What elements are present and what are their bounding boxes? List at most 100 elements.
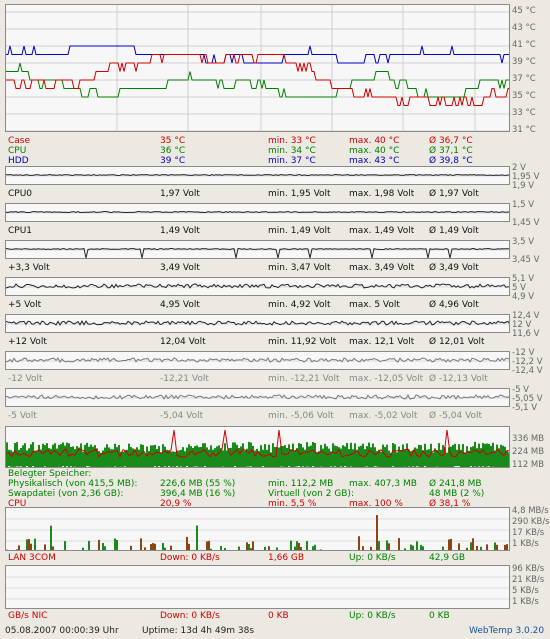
temp-name: HDD xyxy=(8,156,29,166)
memory-bar xyxy=(90,444,92,467)
memory-bar xyxy=(6,442,8,467)
network-bar xyxy=(370,546,372,550)
memory-cur: 226,6 MB (55 %) xyxy=(160,479,236,489)
network-bar xyxy=(312,546,314,550)
network-axis-label: 21 KB/s xyxy=(512,575,545,585)
temp-cur: 39 °C xyxy=(160,156,186,166)
memory-bar xyxy=(248,441,250,467)
memory-bar xyxy=(440,449,442,467)
memory-bar xyxy=(108,447,110,467)
memory-bar xyxy=(352,449,354,467)
network-bar xyxy=(164,547,166,550)
memory-bar xyxy=(222,450,224,467)
memory-bar xyxy=(92,446,94,467)
memory-bar xyxy=(244,450,246,467)
network-bar xyxy=(206,541,208,550)
voltage-cur: 12,04 Volt xyxy=(160,337,206,347)
memory-bar xyxy=(94,445,96,467)
temp-cur: 35 °C xyxy=(160,136,186,146)
network-bar xyxy=(448,539,450,550)
network-name: LAN 3COM xyxy=(8,553,56,563)
network-bar xyxy=(362,546,364,550)
network-bar xyxy=(300,547,302,550)
network-bar xyxy=(318,549,320,550)
voltage-max: max. -12,05 Volt xyxy=(349,374,424,384)
memory-bar xyxy=(268,444,270,467)
memory-bar xyxy=(416,448,418,467)
temperature-plot xyxy=(6,5,509,131)
footer-datetime: 05.08.2007 00:00:39 Uhr xyxy=(5,626,119,636)
voltage-plot xyxy=(6,283,509,289)
voltage-graph xyxy=(5,240,510,259)
memory-axis-label: 112 MB xyxy=(512,460,545,470)
memory-bar xyxy=(150,445,152,467)
memory-bar xyxy=(286,448,288,467)
network-bar xyxy=(18,545,20,550)
memory-bar xyxy=(36,450,38,467)
network-bar xyxy=(200,549,202,550)
memory-bar xyxy=(356,451,358,467)
memory-bar xyxy=(456,449,458,467)
memory-bar xyxy=(80,443,82,467)
network-bar xyxy=(186,536,188,550)
network-bar xyxy=(304,550,306,551)
voltage-cur: -5,04 Volt xyxy=(160,411,204,421)
memory-bar xyxy=(382,444,384,467)
voltage-name: +5 Volt xyxy=(8,300,42,310)
memory-bar xyxy=(266,449,268,467)
voltage-axis-label: -5,1 V xyxy=(512,403,538,413)
memory-bar xyxy=(44,445,46,467)
network-bar xyxy=(416,541,418,550)
memory-bar xyxy=(384,447,386,467)
memory-axis-label: 336 MB xyxy=(512,434,545,444)
memory-bar xyxy=(152,445,154,467)
voltage-max: max. 5 Volt xyxy=(349,300,400,310)
network-axis-label: 290 KB/s xyxy=(512,517,550,527)
network-bar xyxy=(410,544,412,550)
memory-bar xyxy=(316,452,318,467)
memory-bar xyxy=(204,443,206,467)
memory-bar xyxy=(394,444,396,467)
brand-link[interactable]: WebTemp 3.0.20 xyxy=(469,626,544,636)
memory-bar xyxy=(196,445,198,467)
network-bar xyxy=(276,547,278,550)
network-bar xyxy=(420,544,422,550)
network-axis-label: 4,8 MB/s xyxy=(512,506,549,516)
memory-bar xyxy=(492,442,494,467)
network-bar xyxy=(506,544,508,550)
network-name: GB/s NIC xyxy=(8,611,48,621)
memory-bar xyxy=(372,443,374,467)
memory-bar xyxy=(218,445,220,467)
memory-bar xyxy=(46,443,48,467)
network-bar xyxy=(296,541,298,550)
memory-bar xyxy=(52,444,54,467)
memory-bar xyxy=(236,444,238,467)
memory-bar xyxy=(98,451,100,467)
network-bar xyxy=(26,539,28,550)
temperature-graph xyxy=(5,4,510,132)
memory-bar xyxy=(138,449,140,467)
network-bar xyxy=(114,538,116,550)
memory-bar xyxy=(478,443,480,467)
network-bar xyxy=(294,546,296,550)
memory-bar xyxy=(364,449,366,467)
memory-bar xyxy=(54,443,56,467)
memory-bar xyxy=(332,443,334,467)
voltage-cur: 1,97 Volt xyxy=(160,189,200,199)
memory-bar xyxy=(182,447,184,467)
voltage-min: min. 3,47 Volt xyxy=(268,263,331,273)
memory-bar xyxy=(396,452,398,467)
network-bar xyxy=(30,543,32,550)
memory-bar xyxy=(34,450,36,467)
memory-bar xyxy=(454,443,456,467)
network-bar xyxy=(378,541,380,550)
voltage-plot xyxy=(6,210,509,214)
network-bar xyxy=(264,546,266,550)
temp-min: min. 33 °C xyxy=(268,136,316,146)
memory-bar xyxy=(442,445,444,467)
voltage-avg: Ø 12,01 Volt xyxy=(429,337,485,347)
network-bar xyxy=(460,550,462,551)
memory-bar xyxy=(250,442,252,467)
network-axis-label: 1 KB/s xyxy=(512,539,539,549)
memory-bar xyxy=(392,442,394,467)
